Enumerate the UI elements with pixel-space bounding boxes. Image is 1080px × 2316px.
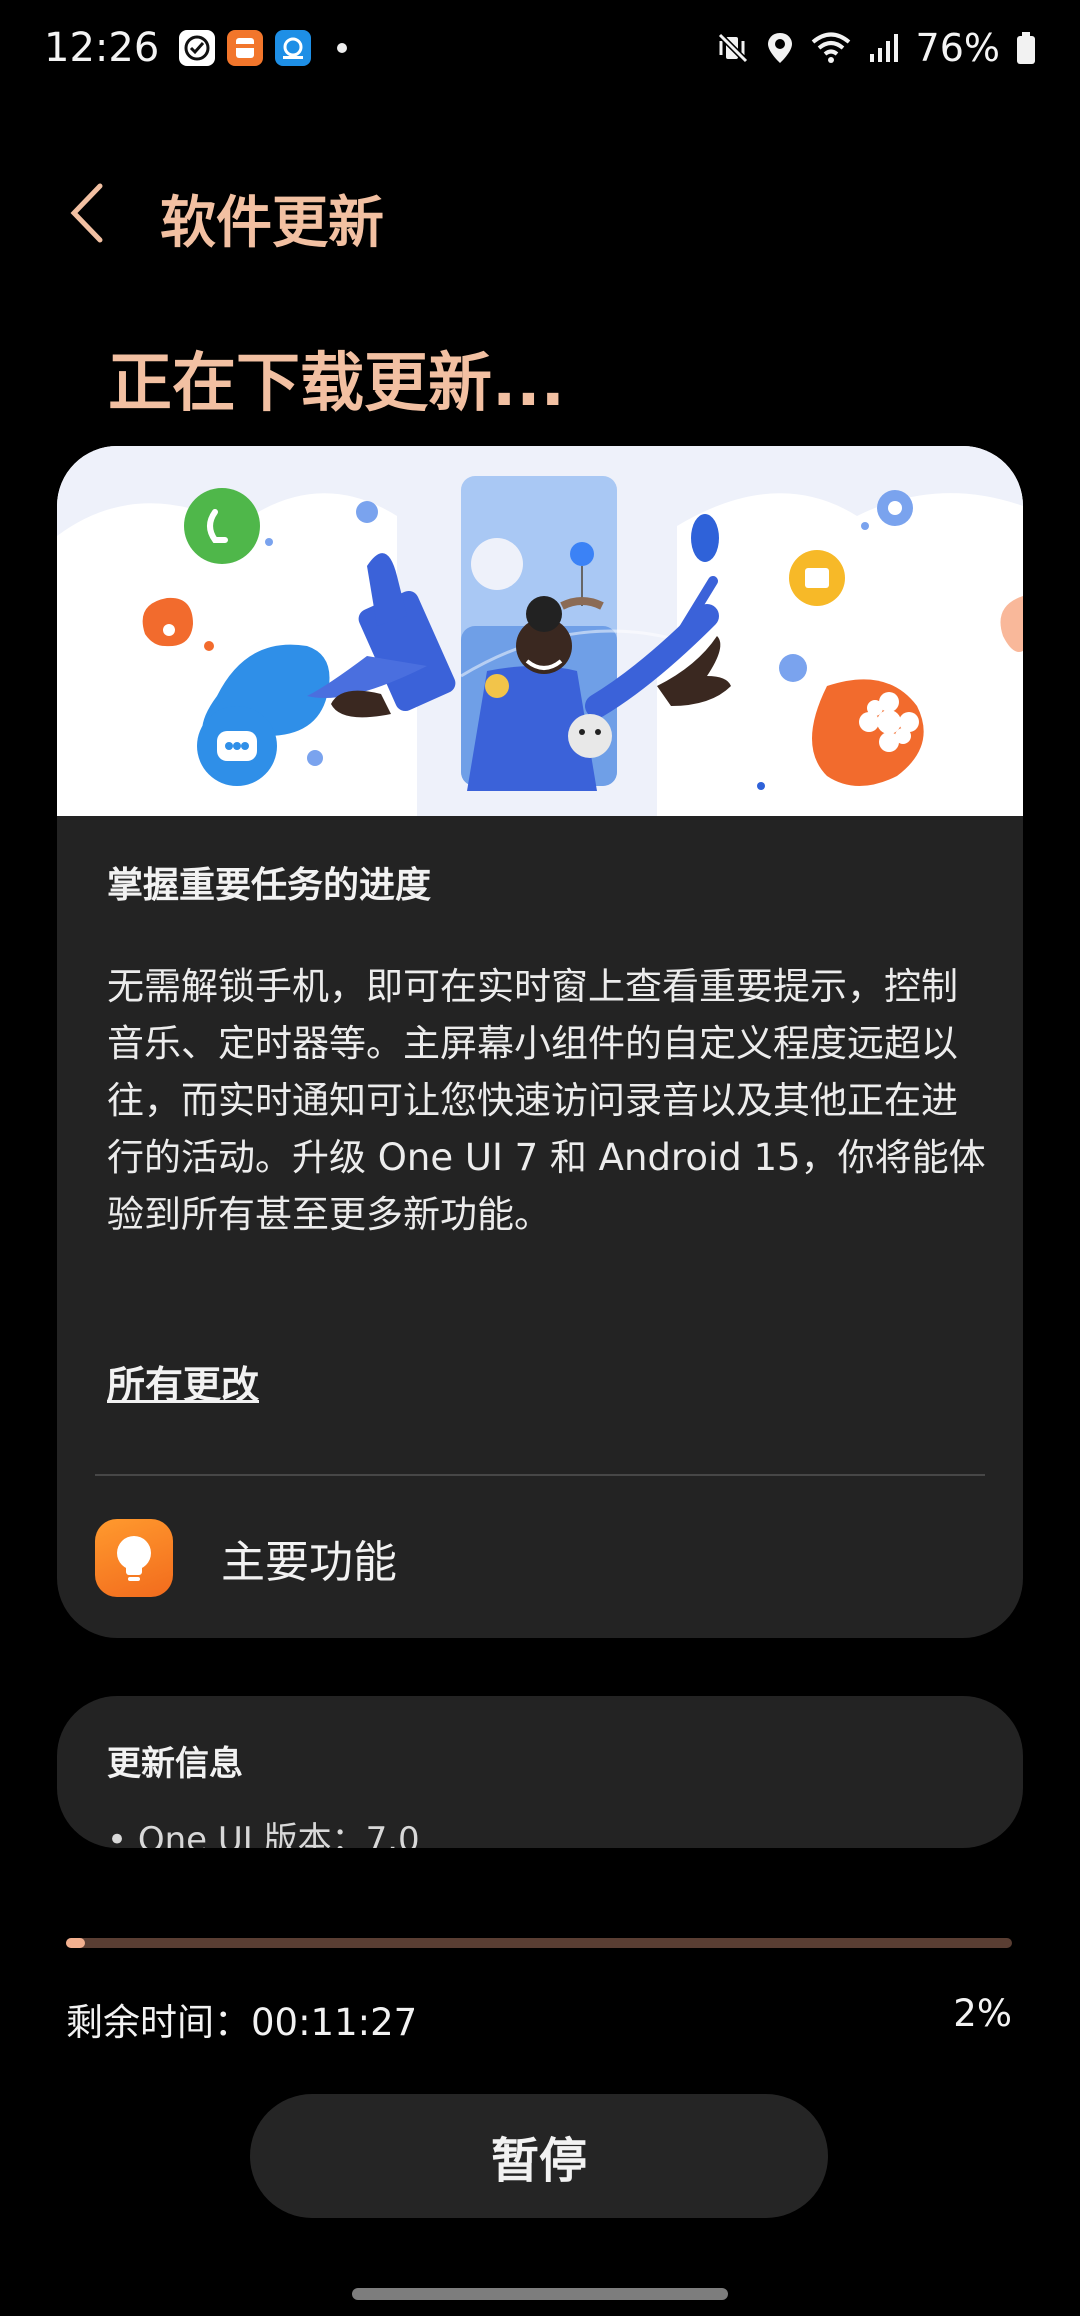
more-notifications-dot <box>337 43 348 53</box>
status-time: 12:26 <box>44 25 160 71</box>
battery-icon <box>1017 32 1035 64</box>
back-button[interactable] <box>60 178 120 248</box>
illustration-art <box>57 446 1023 816</box>
chevron-left-icon <box>70 183 103 243</box>
status-right: 76% <box>716 26 1036 70</box>
wifi-icon <box>811 32 850 63</box>
page-title: 软件更新 <box>160 191 384 256</box>
red-envelope-app-icon <box>227 30 264 66</box>
main-features-label: 主要功能 <box>221 1537 397 1588</box>
location-icon <box>767 33 792 63</box>
check-calendar-icon <box>179 30 216 66</box>
remaining-time: 剩余时间：00:11:27 <box>66 2001 418 2044</box>
download-status-heading: 正在下载更新... <box>108 347 565 421</box>
update-info-card[interactable]: 更新信息 • One UI 版本：7.0 <box>57 1696 1023 1848</box>
lightbulb-icon <box>95 1519 173 1597</box>
update-info-title: 更新信息 <box>107 1744 243 1784</box>
signal-icon <box>869 34 898 62</box>
one-ui-version: • One UI 版本：7.0 <box>107 1820 420 1848</box>
divider <box>95 1474 985 1476</box>
pause-button[interactable]: 暂停 <box>250 2094 828 2218</box>
progress-percent: 2% <box>953 1992 1012 2035</box>
home-indicator[interactable] <box>352 2288 728 2300</box>
download-progress-bar <box>66 1938 1012 1948</box>
mute-vibrate-icon <box>717 32 748 64</box>
feature-description: 无需解锁手机，即可在实时窗上查看重要提示，控制音乐、定时器等。主屏幕小组件的自定… <box>107 965 986 1236</box>
update-feature-card: 掌握重要任务的进度 无需解锁手机，即可在实时窗上查看重要提示，控制音乐、定时器等… <box>57 446 1023 1638</box>
download-progress-fill <box>66 1938 85 1948</box>
battery-percent: 76% <box>915 26 1000 70</box>
all-changes-link[interactable]: 所有更改 <box>107 1354 259 1409</box>
main-features-item[interactable]: 主要功能 <box>95 1518 985 1598</box>
feature-illustration <box>57 446 1023 816</box>
eleme-app-icon <box>275 30 312 66</box>
software-update-screen: 12:26 76% 软件更新 正在下载更新... 掌握重要任务的进度 无需解锁手… <box>0 0 1080 2316</box>
status-bar: 12:26 76% <box>0 0 1080 96</box>
app-header: 软件更新 <box>0 168 1080 258</box>
status-left: 12:26 <box>44 25 348 71</box>
feature-title: 掌握重要任务的进度 <box>107 865 432 906</box>
